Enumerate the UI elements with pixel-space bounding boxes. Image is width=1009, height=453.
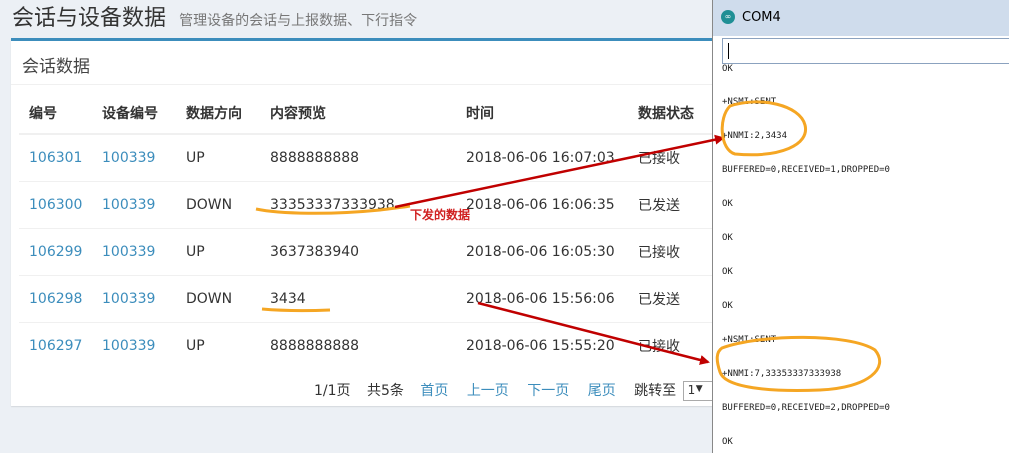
serial-send-input[interactable] (722, 38, 1009, 64)
column-header-preview: 内容预览 (260, 93, 456, 135)
record-id-link[interactable]: 106298 (29, 291, 82, 307)
preview-cell: 8888888888 (260, 133, 456, 182)
serial-line: +NSMI:SENT (722, 335, 777, 345)
table-row: 106298 100339 DOWN 3434 2018-06-06 15:56… (19, 275, 748, 323)
serial-line: OK (722, 267, 733, 277)
page-info: 1/1页 (314, 383, 351, 399)
serial-line: OK (722, 64, 733, 74)
serial-line: BUFFERED=0,RECEIVED=1,DROPPED=0 (722, 165, 890, 175)
device-id-link[interactable]: 100339 (102, 291, 155, 307)
direction-cell: DOWN (176, 275, 260, 323)
serial-line: +NNMI:2,3434 (722, 131, 788, 141)
serial-monitor-window: ∞ COM4 OK +NSMI:SENT +NNMI:2,3434 BUFFER… (712, 0, 1009, 453)
page-jump-value: 1 (687, 383, 696, 397)
column-header-direction: 数据方向 (176, 93, 260, 135)
time-cell: 2018-06-06 15:55:20 (456, 322, 628, 369)
page-header: 会话与设备数据 管理设备的会话与上报数据、下行指令 (12, 0, 417, 34)
serial-line: OK (722, 301, 733, 311)
arduino-icon: ∞ (721, 10, 735, 24)
record-id-link[interactable]: 106300 (29, 197, 82, 213)
preview-cell: 3434 (260, 275, 456, 323)
time-cell: 2018-06-06 16:05:30 (456, 228, 628, 276)
record-id-link[interactable]: 106299 (29, 244, 82, 260)
page-subtitle: 管理设备的会话与上报数据、下行指令 (179, 13, 418, 29)
text-cursor (728, 43, 729, 59)
first-page-link[interactable]: 首页 (420, 383, 448, 399)
device-id-link[interactable]: 100339 (102, 338, 155, 354)
column-header-id: 编号 (19, 93, 92, 135)
total-count: 共5条 (366, 383, 404, 399)
pagination: 1/1页 共5条 首页 上一页 下一页 尾页 跳转至 1 ▼ 页 (314, 380, 761, 401)
page-title: 会话与设备数据 (12, 6, 167, 31)
record-id-link[interactable]: 106301 (29, 150, 82, 166)
serial-line: BUFFERED=0,RECEIVED=2,DROPPED=0 (722, 403, 890, 413)
serial-window-title: COM4 (742, 10, 781, 25)
serial-titlebar[interactable]: ∞ COM4 (713, 0, 1009, 36)
box-title: 会话数据 (22, 57, 90, 77)
preview-cell: 3637383940 (260, 228, 456, 276)
time-cell: 2018-06-06 16:06:35 (456, 181, 628, 229)
session-data-box: 会话数据 编号 设备编号 数据方向 内容预览 时间 数据状态 106301 10… (11, 38, 751, 406)
annotation-label: 下发的数据 (410, 208, 471, 222)
serial-line: +NNMI:7,33353337333938 (722, 369, 842, 379)
box-divider (11, 84, 751, 85)
session-table: 编号 设备编号 数据方向 内容预览 时间 数据状态 106301 100339 … (19, 93, 748, 369)
table-row: 106301 100339 UP 8888888888 2018-06-06 1… (19, 133, 748, 182)
direction-cell: DOWN (176, 181, 260, 229)
last-page-link[interactable]: 尾页 (588, 383, 616, 399)
record-id-link[interactable]: 106297 (29, 338, 82, 354)
next-page-link[interactable]: 下一页 (527, 383, 569, 399)
jump-label: 跳转至 (634, 383, 677, 399)
device-id-link[interactable]: 100339 (102, 244, 155, 260)
table-row: 106299 100339 UP 3637383940 2018-06-06 1… (19, 228, 748, 276)
time-cell: 2018-06-06 16:07:03 (456, 133, 628, 182)
device-id-link[interactable]: 100339 (102, 150, 155, 166)
chevron-down-icon: ▼ (695, 384, 703, 394)
direction-cell: UP (176, 322, 260, 369)
table-header-row: 编号 设备编号 数据方向 内容预览 时间 数据状态 (19, 93, 748, 135)
serial-line: +NSMI:SENT (722, 97, 777, 107)
time-cell: 2018-06-06 15:56:06 (456, 275, 628, 323)
column-header-device: 设备编号 (92, 93, 176, 135)
direction-cell: UP (176, 133, 260, 182)
column-header-time: 时间 (456, 93, 628, 135)
preview-cell: 8888888888 (260, 322, 456, 369)
table-row: 106300 100339 DOWN 33353337333938 2018-0… (19, 181, 748, 229)
direction-cell: UP (176, 228, 260, 276)
table-row: 106297 100339 UP 8888888888 2018-06-06 1… (19, 322, 748, 369)
serial-line: OK (722, 199, 733, 209)
device-id-link[interactable]: 100339 (102, 197, 155, 213)
prev-page-link[interactable]: 上一页 (467, 383, 509, 399)
serial-line: OK (722, 437, 733, 447)
serial-line: OK (722, 233, 733, 243)
